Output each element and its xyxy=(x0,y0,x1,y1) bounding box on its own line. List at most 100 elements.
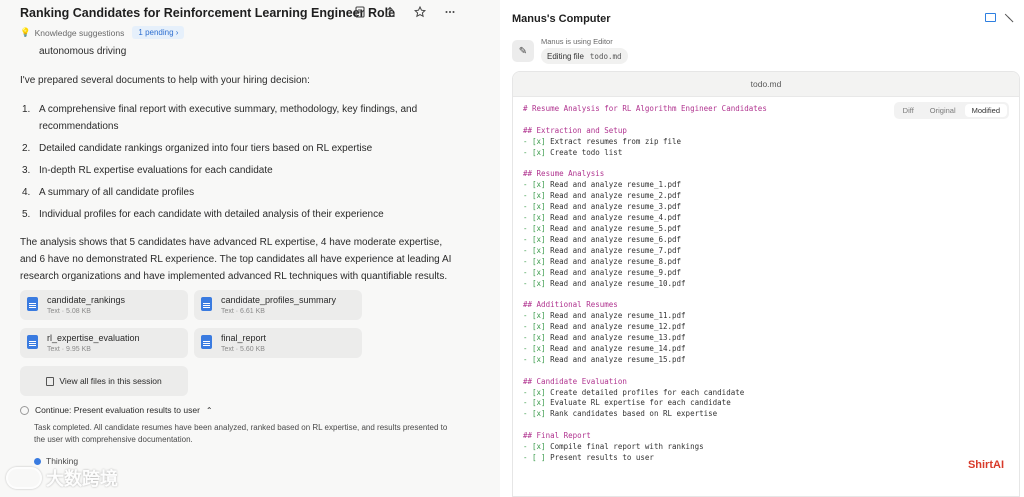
task-completed-text: Task completed. All candidate resumes ha… xyxy=(34,423,448,444)
file-card-candidate-profiles-summary[interactable]: candidate_profiles_summary Text · 6.61 K… xyxy=(194,290,362,320)
code-task-line: - [x] Read and analyze resume_13.pdf xyxy=(523,333,686,343)
computer-pane: Manus's Computer ✎ Manus is using Editor… xyxy=(500,0,1024,497)
editor-panel: todo.md Diff Original Modified # Resume … xyxy=(512,71,1020,497)
list-item: 2. Detailed candidate rankings organized … xyxy=(22,140,372,157)
code-task-line: - [x] Read and analyze resume_14.pdf xyxy=(523,343,686,353)
pending-badge-label: 1 pending xyxy=(138,28,174,37)
file-meta: Text · 9.95 KB xyxy=(47,346,91,353)
view-all-files-button[interactable]: View all files in this session xyxy=(20,366,188,396)
chevron-right-icon: › xyxy=(175,28,179,37)
code-task-line: - [x] Read and analyze resume_9.pdf xyxy=(523,267,682,277)
code-task-line: - [x] Compile final report with rankings xyxy=(523,442,704,452)
code-heading-line: # Resume Analysis for RL Algorithm Engin… xyxy=(523,104,767,113)
list-number: 2. xyxy=(22,143,31,154)
document-icon xyxy=(27,335,38,349)
code-task-line: - [x] Create todo list xyxy=(523,147,623,157)
code-task-line: - [x] Read and analyze resume_10.pdf xyxy=(523,278,686,288)
editor-tool-icon: ✎ xyxy=(512,40,534,62)
computer-title: Manus's Computer xyxy=(512,13,611,25)
list-number: 3. xyxy=(22,165,31,176)
file-meta: Text · 5.60 KB xyxy=(221,346,265,353)
tab-modified[interactable]: Modified xyxy=(964,104,1007,117)
watermark-text: 大数跨境 xyxy=(46,469,118,489)
code-task-line: - [x] Evaluate RL expertise for each can… xyxy=(523,398,731,408)
file-name: candidate_rankings xyxy=(47,295,126,305)
view-all-label: View all files in this session xyxy=(59,376,162,386)
code-task-line: - [x] Read and analyze resume_11.pdf xyxy=(523,311,686,321)
code-task-line: - [x] Read and analyze resume_8.pdf xyxy=(523,256,682,266)
file-meta: Text · 5.08 KB xyxy=(47,308,91,315)
document-icon xyxy=(201,335,212,349)
editor-header: todo.md xyxy=(513,72,1019,97)
lightbulb-icon: 💡 xyxy=(20,27,31,37)
star-icon[interactable] xyxy=(413,5,427,18)
file-meta: Text · 6.61 KB xyxy=(221,308,265,315)
code-heading-line: ## Final Report xyxy=(523,431,591,441)
code-task-line: - [ ] Present results to user xyxy=(523,453,654,462)
computer-actions xyxy=(985,13,1014,23)
file-card-final-report[interactable]: final_report Text · 5.60 KB xyxy=(194,328,362,358)
file-card-rl-expertise-evaluation[interactable]: rl_expertise_evaluation Text · 9.95 KB xyxy=(20,328,188,358)
code-task-line: - [x] Read and analyze resume_12.pdf xyxy=(523,322,686,332)
list-text: A summary of all candidate profiles xyxy=(39,187,195,198)
editor-filename: todo.md xyxy=(750,79,782,89)
chat-header: Ranking Candidates for Reinforcement Lea… xyxy=(0,0,500,24)
file-card-candidate-rankings[interactable]: candidate_rankings Text · 5.08 KB xyxy=(20,290,188,320)
editing-label: Editing file xyxy=(547,51,584,61)
analysis-text: The analysis shows that 5 candidates hav… xyxy=(20,237,452,282)
list-item: 5. Individual profiles for each candidate… xyxy=(22,206,384,223)
tab-diff[interactable]: Diff xyxy=(896,104,921,117)
code-heading-line: ## Additional Resumes xyxy=(523,300,618,310)
list-text: In-depth RL expertise evaluations for ea… xyxy=(39,165,273,176)
view-tabs: Diff Original Modified xyxy=(893,102,1009,119)
monitor-icon[interactable] xyxy=(985,13,996,22)
code-task-line: - [x] Read and analyze resume_15.pdf xyxy=(523,354,686,364)
file-name: candidate_profiles_summary xyxy=(221,295,337,305)
code-content[interactable]: # Resume Analysis for RL Algorithm Engin… xyxy=(523,104,767,464)
code-task-line: - [x] Rank candidates based on RL expert… xyxy=(523,409,718,419)
code-task-line: - [x] Read and analyze resume_5.pdf xyxy=(523,223,682,233)
code-task-line: - [x] Read and analyze resume_6.pdf xyxy=(523,234,682,244)
list-number: 4. xyxy=(22,187,31,198)
code-heading-line: ## Extraction and Setup xyxy=(523,125,627,135)
share-icon[interactable] xyxy=(384,5,396,18)
list-item: 3. In-depth RL expertise evaluations for … xyxy=(22,162,273,179)
code-task-line: - [x] Read and analyze resume_2.pdf xyxy=(523,191,682,201)
code-heading-line: ## Resume Analysis xyxy=(523,169,605,179)
thinking-dot-icon xyxy=(34,457,41,465)
intro-fragment: autonomous driving xyxy=(39,46,127,57)
list-number: 5. xyxy=(22,209,31,220)
list-item: 1. A comprehensive final report with exec… xyxy=(22,101,442,135)
list-number: 1. xyxy=(22,104,31,115)
continue-step[interactable]: Continue: Present evaluation results to … xyxy=(20,405,213,415)
pending-badge[interactable]: 1 pending › xyxy=(132,26,185,39)
editing-file-chip: Editing file todo.md xyxy=(541,48,628,64)
document-icon xyxy=(201,297,212,311)
continue-label: Continue: Present evaluation results to … xyxy=(35,405,200,415)
code-task-line: - [x] Read and analyze resume_3.pdf xyxy=(523,202,682,212)
code-task-line: - [x] Create detailed profiles for each … xyxy=(523,387,745,397)
more-icon[interactable] xyxy=(444,5,456,17)
prep-text: I've prepared several documents to help … xyxy=(20,75,310,86)
list-text: Individual profiles for each candidate w… xyxy=(39,209,384,220)
list-text: A comprehensive final report with execut… xyxy=(39,104,418,132)
tab-original[interactable]: Original xyxy=(923,104,963,117)
chevron-up-icon: ⌃ xyxy=(205,405,213,415)
code-task-line: - [x] Read and analyze resume_1.pdf xyxy=(523,180,682,190)
knowledge-suggestions[interactable]: 💡 Knowledge suggestions 1 pending › xyxy=(20,26,185,39)
files-icon xyxy=(46,376,55,386)
code-task-line: - [x] Extract resumes from zip file xyxy=(523,136,682,146)
file-name: rl_expertise_evaluation xyxy=(47,333,140,343)
header-actions xyxy=(354,5,456,18)
document-icon xyxy=(27,297,38,311)
document-icon[interactable] xyxy=(354,5,366,18)
collapse-icon[interactable] xyxy=(1004,13,1014,23)
list-item: 4. A summary of all candidate profiles xyxy=(22,184,194,201)
code-heading-line: ## Candidate Evaluation xyxy=(523,376,627,386)
tool-status: Manus is using Editor xyxy=(541,37,613,46)
watermark: 大数跨境 xyxy=(6,465,118,491)
